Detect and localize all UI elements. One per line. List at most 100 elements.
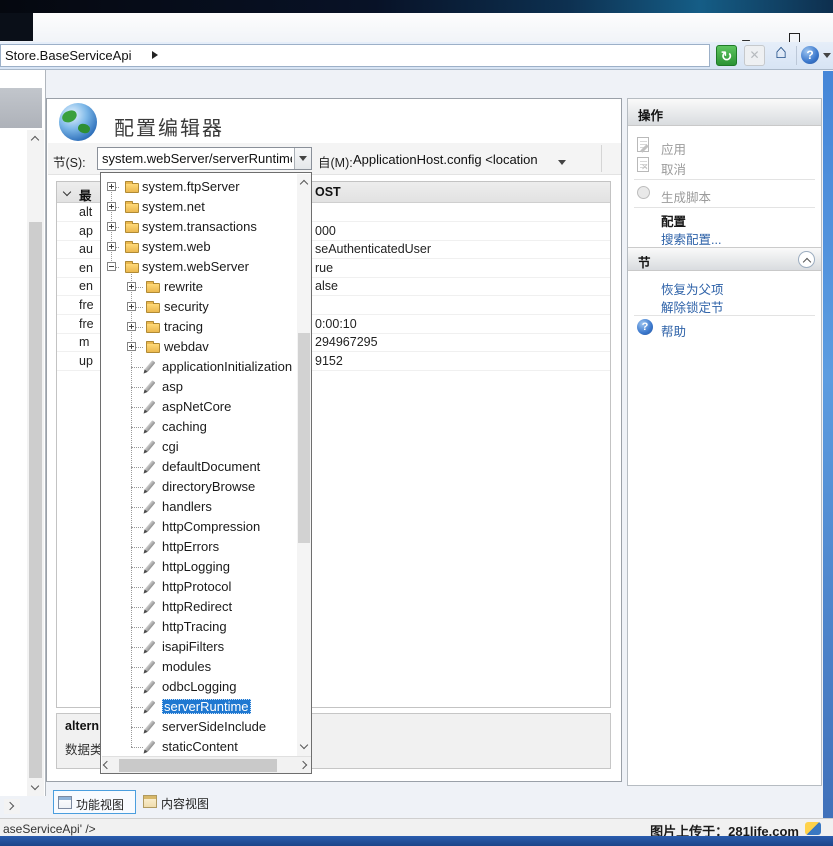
tab-features-view[interactable]: 功能视图 [53, 790, 136, 814]
tree-item[interactable]: caching [101, 417, 297, 437]
expander-icon[interactable] [127, 322, 136, 331]
section-pencil-icon [145, 560, 156, 572]
divider [634, 179, 815, 180]
scroll-right-icon[interactable] [4, 799, 20, 814]
section-group-header[interactable]: 节 [628, 247, 821, 271]
group-header-right: OST [315, 185, 341, 199]
folder-icon [125, 223, 139, 233]
help-link[interactable]: 帮助 [661, 321, 686, 340]
tree-item[interactable]: webdav [101, 337, 297, 357]
folder-icon [125, 243, 139, 253]
tree-item[interactable]: defaultDocument [101, 457, 297, 477]
tree-item[interactable]: httpRedirect [101, 597, 297, 617]
tree-item[interactable]: httpCompression [101, 517, 297, 537]
tree-scroll-up-icon[interactable] [297, 175, 311, 190]
tree-item[interactable]: asp [101, 377, 297, 397]
home-icon[interactable]: ⌂ [770, 41, 792, 62]
tree-scroll-thumb[interactable] [298, 333, 310, 543]
generate-script-button: 生成脚本 [661, 187, 711, 206]
section-combobox[interactable]: system.webServer/serverRuntime [97, 147, 312, 170]
toolbar-divider [796, 46, 797, 65]
folder-icon [146, 303, 160, 313]
tree-item[interactable]: security [101, 297, 297, 317]
tree-item[interactable]: serverSideInclude [101, 717, 297, 737]
tree-item[interactable]: httpLogging [101, 557, 297, 577]
tree-scroll-down-icon[interactable] [297, 739, 311, 754]
tree-item[interactable]: applicationInitialization [101, 357, 297, 377]
section-pencil-icon [145, 480, 156, 492]
status-text: aseServiceApi' /> [3, 822, 96, 836]
tree-item[interactable]: isapiFilters [101, 637, 297, 657]
section-pencil-icon [145, 600, 156, 612]
section-combobox-dropdown-button[interactable] [294, 148, 311, 169]
tree-item[interactable]: staticContent [101, 737, 297, 757]
help-caret-icon[interactable] [823, 53, 831, 58]
expander-icon[interactable] [107, 202, 116, 211]
from-combobox[interactable]: ApplicationHost.config <location [353, 152, 538, 167]
expander-icon[interactable] [107, 262, 116, 271]
tree-scroll-right-icon[interactable] [299, 761, 307, 769]
folder-icon [125, 203, 139, 213]
tree-item[interactable]: tracing [101, 317, 297, 337]
globe-icon [59, 103, 97, 141]
section-combobox-value: system.webServer/serverRuntime [102, 151, 292, 166]
tree-hscrollbar[interactable] [102, 756, 311, 773]
breadcrumb[interactable]: Store.BaseServiceApi [0, 44, 710, 67]
expander-icon[interactable] [107, 182, 116, 191]
connections-scroll-thumb[interactable] [29, 222, 42, 778]
expander-icon[interactable] [127, 282, 136, 291]
tree-item-selected[interactable]: serverRuntime [101, 697, 297, 717]
from-caret-icon[interactable] [558, 160, 566, 165]
expander-icon[interactable] [127, 342, 136, 351]
connections-pane [0, 70, 46, 796]
section-pencil-icon [145, 540, 156, 552]
scroll-up-icon[interactable] [27, 130, 44, 147]
actions-header: 操作 [628, 99, 821, 126]
section-pencil-icon [145, 520, 156, 532]
section-dropdown-tree: system.ftpServer system.net system.trans… [100, 172, 312, 774]
tree-item[interactable]: system.webServer [101, 257, 297, 277]
tree-item[interactable]: aspNetCore [101, 397, 297, 417]
folder-icon [146, 343, 160, 353]
generate-script-icon [637, 186, 650, 199]
watermark-icon [805, 822, 821, 835]
search-config-link[interactable]: 搜索配置... [661, 229, 721, 248]
stop-icon: ✕ [744, 45, 765, 66]
tree-item[interactable]: system.ftpServer [101, 177, 297, 197]
scroll-down-icon[interactable] [27, 779, 44, 796]
from-label: 自(M): [318, 152, 353, 171]
expander-icon[interactable] [127, 302, 136, 311]
expander-icon[interactable] [107, 242, 116, 251]
breadcrumb-arrow-icon[interactable] [152, 51, 158, 59]
tree-hscroll-thumb[interactable] [119, 759, 277, 772]
section-pencil-icon [145, 640, 156, 652]
unlock-section-link[interactable]: 解除锁定节 [661, 297, 724, 316]
section-pencil-icon [145, 500, 156, 512]
tree-item[interactable]: system.web [101, 237, 297, 257]
collapse-section-icon[interactable] [798, 251, 815, 268]
tree-item[interactable]: rewrite [101, 277, 297, 297]
tree-scroll-left-icon[interactable] [103, 761, 111, 769]
tree-item[interactable]: modules [101, 657, 297, 677]
tree-item[interactable]: system.net [101, 197, 297, 217]
tree-item[interactable]: httpProtocol [101, 577, 297, 597]
section-pencil-icon [145, 660, 156, 672]
background-window-strip [0, 0, 833, 13]
refresh-icon[interactable]: ↻ [716, 45, 737, 66]
tab-content-view[interactable]: 内容视图 [139, 790, 219, 814]
tree-item[interactable]: httpErrors [101, 537, 297, 557]
tree-item[interactable]: handlers [101, 497, 297, 517]
tree-item[interactable]: system.transactions [101, 217, 297, 237]
help-icon[interactable]: ? [801, 46, 819, 64]
revert-to-parent-link[interactable]: 恢复为父项 [661, 279, 724, 298]
property-name: altern [65, 719, 99, 733]
help-icon: ? [637, 319, 653, 335]
section-pencil-icon [145, 720, 156, 732]
tree-item[interactable]: httpTracing [101, 617, 297, 637]
tree-item[interactable]: cgi [101, 437, 297, 457]
tree-item[interactable]: directoryBrowse [101, 477, 297, 497]
tree-item[interactable]: odbcLogging [101, 677, 297, 697]
collapse-icon[interactable] [63, 188, 71, 196]
strip-divider [601, 145, 602, 172]
expander-icon[interactable] [107, 222, 116, 231]
